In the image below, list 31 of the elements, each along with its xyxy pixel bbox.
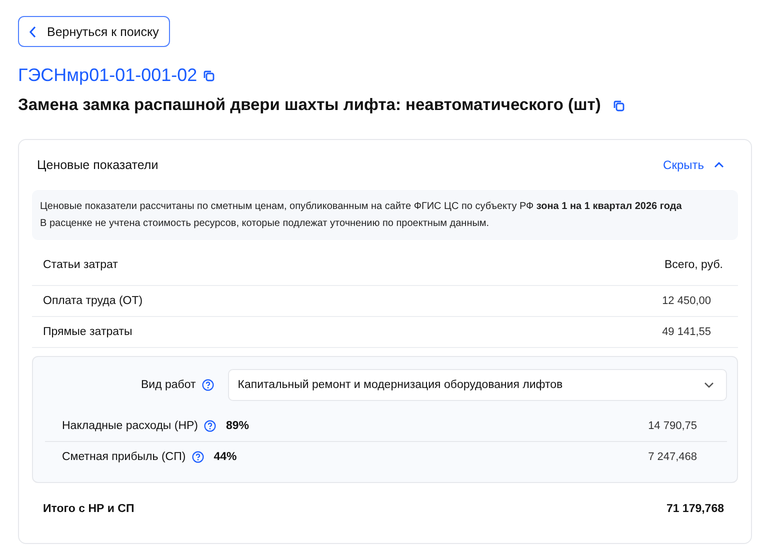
table-cell: Оплата труда (ОТ): [43, 295, 143, 307]
chevron-icon: [714, 162, 724, 168]
rate-label: Сметная прибыль (СП): [62, 451, 186, 463]
column-header: Всего, руб.: [664, 258, 723, 270]
work-type-select[interactable]: Капитальный ремонт и модернизация оборудования лифтов: [228, 369, 727, 401]
rate-value: 14 790,75: [648, 420, 697, 432]
total-label: Итого с НР и СП: [43, 503, 134, 515]
help-icon[interactable]: [192, 451, 204, 463]
card-title: Ценовые показатели: [37, 158, 158, 172]
table-cell-text: 49 141,55: [662, 326, 712, 338]
info-text: В расценке не учтена стоимость ресурсов, которые подлежат уточнению по проектным данным.: [40, 217, 490, 231]
table-cell: Прямые затраты: [43, 326, 132, 338]
code-link[interactable]: ГЭСНмр01-01-001-02: [18, 65, 198, 86]
rate-label: Накладные расходы (НР): [62, 420, 198, 432]
copy-icon[interactable]: [203, 70, 216, 82]
info-text: Ценовые показатели рассчитаны по сметным ценам, опубликованным на сайте ФГИС ЦС по субъекту РФ зона 1 на 1 квартал 2026 года: [40, 200, 683, 214]
page-title: Замена замка распашной двери шахты лифта: неавтоматического (шт): [18, 96, 601, 115]
chevron-down-icon: [704, 382, 714, 388]
rate-percent: 89%: [226, 420, 250, 432]
back-button[interactable]: Вернуться к поиску: [18, 16, 170, 47]
column-header: Статьи затрат: [43, 258, 118, 270]
help-icon[interactable]: [204, 420, 216, 432]
chevron-left-icon: [29, 26, 37, 38]
field-label: Вид работ: [141, 379, 196, 391]
help-icon[interactable]: [202, 379, 214, 391]
rate-value: 7 247,468: [648, 451, 697, 463]
total-value: 71 179,768: [666, 503, 724, 515]
rate-percent: 44%: [214, 451, 237, 463]
table-cell-text: 12 450,00: [662, 295, 712, 307]
hide-toggle[interactable]: Скрыть: [659, 154, 728, 176]
copy-icon[interactable]: [612, 100, 625, 112]
